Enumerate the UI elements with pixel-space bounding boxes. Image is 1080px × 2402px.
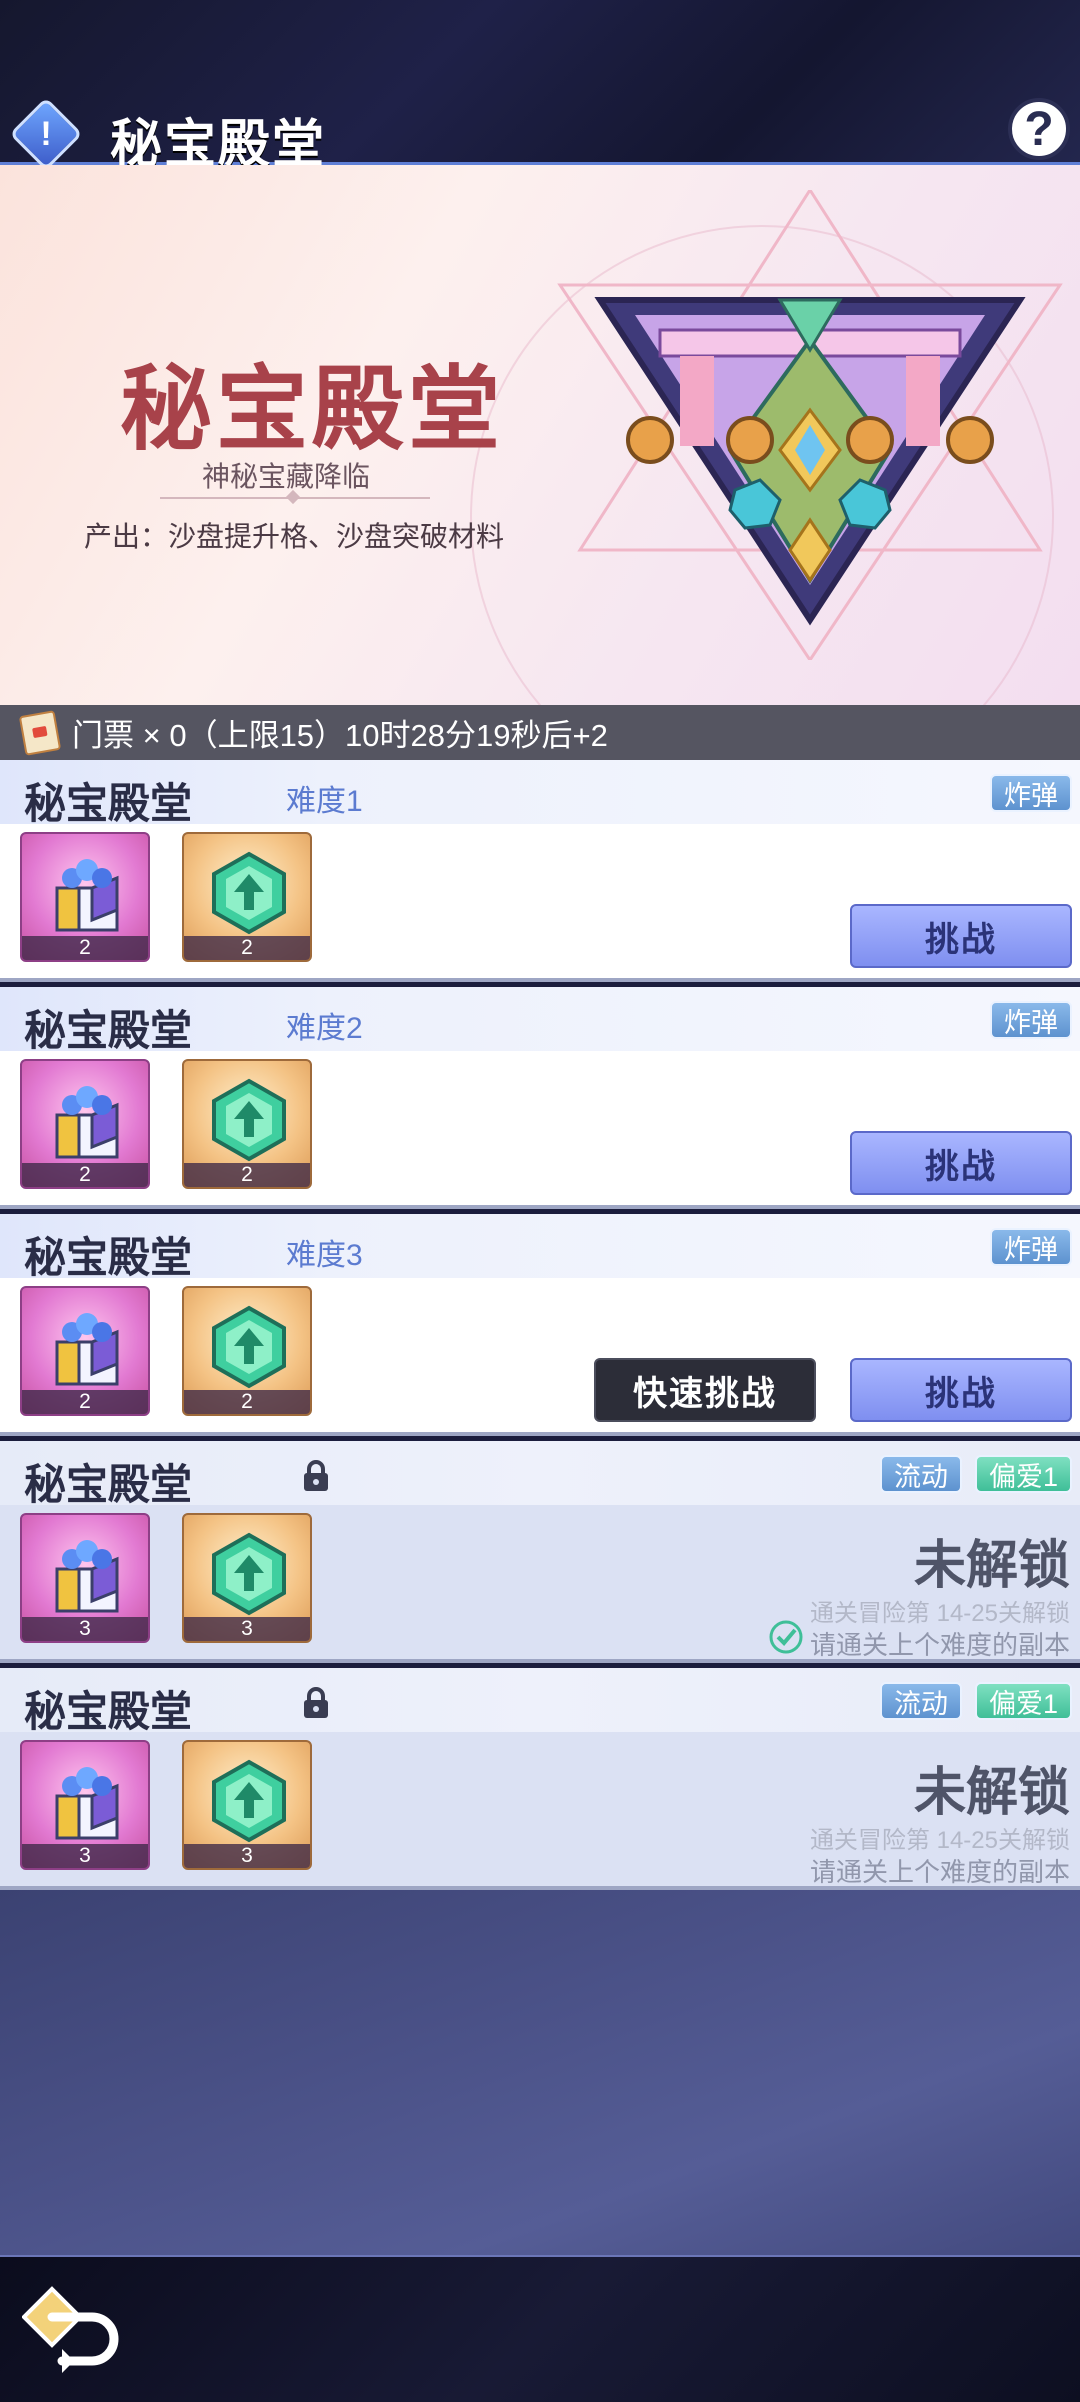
challenge-button[interactable]: 挑战 [850, 1358, 1072, 1422]
chest-icon [55, 1540, 119, 1613]
question-icon: ? [1024, 102, 1054, 156]
level-difficulty: 难度2 [286, 1012, 363, 1045]
locked-title: 未解锁 [913, 1535, 1070, 1596]
level-tag: 炸弹 [990, 774, 1072, 812]
upgrade-gem-icon [212, 851, 286, 935]
lock-icon [304, 1687, 328, 1718]
back-button[interactable] [22, 2281, 122, 2381]
reward-item-upgrade-gem[interactable]: 2 [182, 1286, 312, 1416]
info-button[interactable]: ! [9, 97, 83, 171]
banner-title: 秘宝殿堂 [120, 355, 505, 463]
chest-icon [55, 1086, 119, 1159]
chest-icon [55, 1767, 119, 1840]
unlock-condition: 请通关上个难度的副本 [809, 1630, 1070, 1660]
banner-output-text: 产出：沙盘提升格、沙盘突破材料 [84, 521, 505, 552]
quick-challenge-button[interactable]: 快速挑战 [594, 1358, 816, 1422]
level-card-4-locked: 秘宝殿堂 流动 偏爱1 3 3 未解锁 通关冒险第 14-25关解锁 请通关上个… [0, 1441, 1080, 1663]
ticket-bar: 门票 × 0（上限15）10时28分19秒后+2 [0, 705, 1080, 760]
info-icon: ! [40, 114, 52, 153]
level-tag: 偏爱1 [974, 1455, 1072, 1493]
level-card-header: 秘宝殿堂 难度3 炸弹 [0, 1214, 1080, 1282]
banner-subtitle: 神秘宝藏降临 [202, 461, 371, 492]
reward-count: 3 [22, 1844, 148, 1868]
level-difficulty: 难度3 [286, 1239, 363, 1272]
challenge-button[interactable]: 挑战 [850, 904, 1072, 968]
reward-count: 2 [22, 1390, 148, 1414]
reward-item-upgrade-gem[interactable]: 2 [182, 1059, 312, 1189]
bottom-bar [0, 2255, 1080, 2402]
unlock-condition: 通关冒险第 14-25关解锁 [809, 1600, 1070, 1627]
level-tag: 偏爱1 [974, 1682, 1072, 1720]
level-name: 秘宝殿堂 [24, 779, 193, 828]
reward-item-upgrade-gem[interactable]: 3 [182, 1513, 312, 1643]
upgrade-gem-icon [212, 1305, 286, 1389]
upgrade-gem-icon [212, 1759, 286, 1843]
reward-count: 3 [184, 1617, 310, 1641]
level-card-header: 秘宝殿堂 流动 偏爱1 [0, 1668, 1080, 1736]
level-card-header: 秘宝殿堂 难度2 炸弹 [0, 987, 1080, 1055]
level-tag: 炸弹 [990, 1001, 1072, 1039]
reward-count: 2 [184, 1163, 310, 1187]
lock-icon [304, 1460, 328, 1491]
ticket-icon [18, 710, 62, 756]
chest-icon [55, 859, 119, 932]
reward-item-chest[interactable]: 2 [20, 1286, 150, 1416]
level-name: 秘宝殿堂 [24, 1006, 193, 1055]
help-button[interactable]: ? [1008, 98, 1070, 160]
challenge-button[interactable]: 挑战 [850, 1131, 1072, 1195]
check-icon [769, 1620, 803, 1654]
level-name: 秘宝殿堂 [24, 1460, 193, 1509]
unlock-condition: 通关冒险第 14-25关解锁 [809, 1827, 1070, 1854]
level-card-5-locked: 秘宝殿堂 流动 偏爱1 3 3 未解锁 通关冒险第 14-25关解锁 请通关上个… [0, 1668, 1080, 1890]
reward-count: 3 [22, 1617, 148, 1641]
reward-item-upgrade-gem[interactable]: 3 [182, 1740, 312, 1870]
level-tag: 流动 [880, 1682, 962, 1720]
upgrade-gem-icon [212, 1532, 286, 1616]
upgrade-gem-icon [212, 1078, 286, 1162]
reward-count: 2 [184, 936, 310, 960]
empty-list-area [0, 1890, 1080, 2255]
reward-item-chest[interactable]: 2 [20, 832, 150, 962]
treasure-hall-emblem-icon [557, 190, 1063, 660]
reward-count: 3 [184, 1844, 310, 1868]
top-bar: ! 秘宝殿堂 ? [0, 0, 1080, 175]
reward-count: 2 [22, 936, 148, 960]
level-name: 秘宝殿堂 [24, 1233, 193, 1282]
reward-item-chest[interactable]: 2 [20, 1059, 150, 1189]
locked-title: 未解锁 [913, 1762, 1070, 1823]
level-tag: 炸弹 [990, 1228, 1072, 1266]
unlock-condition: 请通关上个难度的副本 [809, 1857, 1070, 1887]
level-card-header: 秘宝殿堂 难度1 炸弹 [0, 760, 1080, 828]
reward-count: 2 [184, 1390, 310, 1414]
reward-item-upgrade-gem[interactable]: 2 [182, 832, 312, 962]
banner-divider [160, 497, 430, 499]
level-card-header: 秘宝殿堂 流动 偏爱1 [0, 1441, 1080, 1509]
level-card-2: 秘宝殿堂 难度2 炸弹 2 2 挑战 [0, 987, 1080, 1209]
level-tag: 流动 [880, 1455, 962, 1493]
level-name: 秘宝殿堂 [24, 1687, 193, 1736]
banner: 秘宝殿堂 神秘宝藏降临 产出：沙盘提升格、沙盘突破材料 [0, 165, 1080, 705]
ticket-text: 门票 × 0（上限15）10时28分19秒后+2 [72, 718, 608, 753]
reward-count: 2 [22, 1163, 148, 1187]
level-card-3: 秘宝殿堂 难度3 炸弹 2 2 快速挑战 挑战 [0, 1214, 1080, 1436]
level-card-1: 秘宝殿堂 难度1 炸弹 2 2 挑战 [0, 760, 1080, 982]
reward-item-chest[interactable]: 3 [20, 1513, 150, 1643]
reward-item-chest[interactable]: 3 [20, 1740, 150, 1870]
chest-icon [55, 1313, 119, 1386]
level-difficulty: 难度1 [286, 785, 363, 818]
